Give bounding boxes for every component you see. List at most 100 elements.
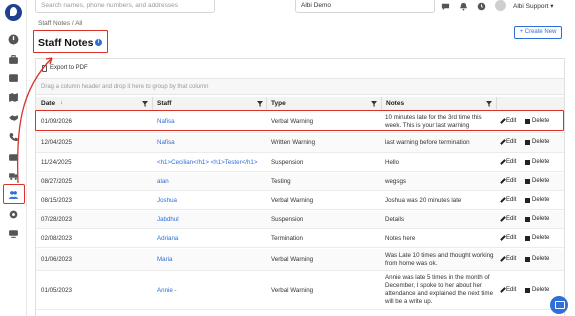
type-cell: Suspension	[271, 216, 304, 223]
table-row[interactable]: 12/04/2025 Nafisa Written Warning last w…	[36, 134, 564, 153]
filter-icon[interactable]	[486, 101, 492, 107]
chat-icon[interactable]	[441, 2, 450, 11]
avatar[interactable]	[495, 0, 506, 11]
edit-label: Edit	[506, 139, 517, 145]
delete-label: Delete	[532, 216, 550, 222]
edit-button[interactable]: Edit	[500, 118, 516, 124]
date-cell: 01/09/2026	[41, 118, 72, 125]
notes-cell: Joshua was 20 minutes late	[385, 197, 462, 204]
calendar-icon[interactable]	[8, 72, 19, 83]
edit-label: Edit	[506, 178, 517, 184]
column-header-notes[interactable]: Notes	[386, 100, 404, 107]
edit-button[interactable]: Edit	[500, 139, 517, 145]
delete-button[interactable]: Delete	[525, 178, 549, 184]
clock-icon[interactable]	[477, 2, 486, 11]
notes-cell: Details	[385, 216, 404, 223]
edit-button[interactable]: Edit	[500, 216, 517, 222]
edit-label: Edit	[506, 216, 517, 222]
staff-link[interactable]: Joshua	[157, 197, 177, 205]
notes-cell: wegsgs	[385, 178, 406, 185]
table-row[interactable]: 11/24/2025 <h1>Cecilian</h1> <h1>Tester<…	[36, 154, 564, 172]
date-cell: 01/06/2023	[41, 256, 72, 263]
wallet-icon[interactable]	[8, 152, 19, 163]
table-row[interactable]: 08/27/2025 alan Testing wegsgs Edit Dele…	[36, 173, 564, 191]
delete-button[interactable]: Delete	[525, 287, 549, 293]
delete-button[interactable]: Delete	[525, 256, 549, 262]
group-drop-zone[interactable]: Drag a column header and drop it here to…	[36, 78, 564, 95]
delete-button[interactable]: Delete	[525, 159, 549, 165]
edit-button[interactable]: Edit	[500, 256, 516, 262]
pencil-icon	[500, 256, 506, 262]
table-row[interactable]: 08/15/2023 Joshua Verbal Warning Joshua …	[36, 192, 564, 210]
date-cell: 12/04/2025	[41, 139, 72, 146]
notes-cell: Annie was late 5 times in the month of D…	[385, 274, 494, 305]
table-row[interactable]: 01/06/2023 Maria Verbal Warning Was Late…	[36, 249, 564, 271]
date-cell: 01/05/2023	[41, 287, 72, 294]
table-row[interactable]: 07/28/2023 Jabdhul Suspension Details Ed…	[36, 211, 564, 229]
gear-icon[interactable]	[8, 209, 19, 220]
filter-icon[interactable]	[142, 101, 148, 107]
staff-link[interactable]: alan	[157, 178, 169, 186]
delete-label: Delete	[532, 118, 550, 124]
delete-label: Delete	[532, 159, 550, 165]
phone-icon[interactable]	[8, 132, 19, 143]
create-new-button[interactable]: + Create New	[514, 26, 562, 39]
dashboard-icon[interactable]	[8, 34, 19, 45]
edit-button[interactable]: Edit	[500, 159, 517, 165]
info-icon[interactable]: i	[95, 39, 102, 46]
user-menu[interactable]: Albi Support ▾	[513, 2, 553, 10]
global-search-input[interactable]: Search names, phone numbers, and address…	[35, 0, 215, 13]
pencil-icon	[500, 159, 506, 165]
column-header-date[interactable]: Date	[41, 100, 55, 107]
notes-cell: 10 minutes late for the 3rd time this we…	[385, 114, 482, 129]
delete-label: Delete	[532, 178, 550, 184]
staff-link[interactable]: Maria	[157, 256, 172, 264]
export-pdf-button[interactable]: Export to PDF	[40, 63, 90, 74]
users-icon[interactable]	[8, 189, 19, 200]
app-logo[interactable]	[5, 4, 22, 21]
filter-icon[interactable]	[371, 101, 377, 107]
breadcrumb[interactable]: Staff Notes / All	[38, 20, 82, 27]
support-chat-button[interactable]	[550, 296, 568, 314]
map-icon[interactable]	[8, 92, 19, 103]
table-row[interactable]: 01/09/2026 Nafisa Verbal Warning 10 minu…	[36, 112, 564, 133]
monitor-icon[interactable]	[8, 228, 19, 239]
delete-button[interactable]: Delete	[525, 235, 549, 241]
edit-button[interactable]: Edit	[500, 178, 517, 184]
delete-button[interactable]: Delete	[525, 118, 549, 124]
staff-link[interactable]: Jabdhul	[157, 216, 179, 224]
filter-icon[interactable]	[257, 101, 263, 107]
trash-icon	[525, 118, 530, 124]
edit-button[interactable]: Edit	[500, 287, 516, 293]
table-row[interactable]: 01/05/2023 Annie - Verbal Warning Annie …	[36, 272, 564, 310]
pencil-icon	[500, 287, 506, 293]
trash-icon	[525, 287, 530, 293]
delete-button[interactable]: Delete	[525, 197, 549, 203]
briefcase-icon[interactable]	[8, 54, 19, 65]
trash-icon	[525, 256, 530, 262]
staff-link[interactable]: Adriana	[157, 235, 178, 243]
document-icon	[42, 65, 47, 72]
type-cell: Verbal Warning	[271, 256, 314, 263]
handshake-icon[interactable]	[8, 112, 19, 123]
staff-link[interactable]: <h1>Cecilian</h1> <h1>Tester</h1>	[157, 159, 257, 167]
organization-selector[interactable]: Albi Demo	[295, 0, 435, 13]
edit-label: Edit	[506, 159, 517, 165]
staff-link[interactable]: Annie -	[157, 287, 177, 295]
delete-button[interactable]: Delete	[525, 139, 549, 145]
table-row[interactable]: 02/08/2023 Adriana Termination Notes her…	[36, 230, 564, 248]
edit-button[interactable]: Edit	[500, 235, 516, 241]
column-header-staff[interactable]: Staff	[157, 100, 171, 107]
column-header-type[interactable]: Type	[271, 100, 286, 107]
edit-button[interactable]: Edit	[500, 197, 516, 203]
bell-icon[interactable]	[459, 2, 468, 11]
page-title: Staff Notes	[38, 37, 94, 49]
type-cell: Testing	[271, 178, 291, 185]
delete-button[interactable]: Delete	[525, 216, 549, 222]
truck-icon[interactable]	[8, 170, 19, 181]
staff-link[interactable]: Nafisa	[157, 118, 175, 126]
sort-asc-icon[interactable]: ↓	[60, 100, 63, 106]
staff-link[interactable]: Nafisa	[157, 139, 175, 147]
staff-notes-grid: Export to PDF Drag a column header and d…	[35, 58, 565, 316]
search-placeholder: Search names, phone numbers, and address…	[41, 2, 178, 9]
